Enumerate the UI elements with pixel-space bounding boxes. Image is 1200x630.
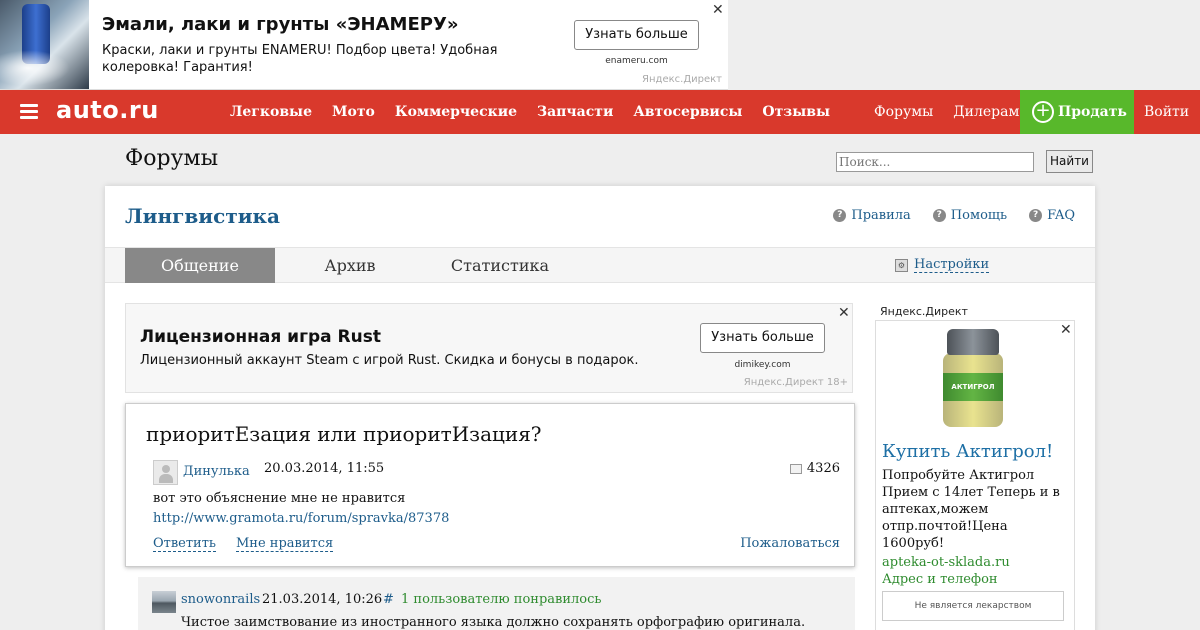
views-icon xyxy=(789,463,802,474)
topic-body: вот это объяснение мне не нравится xyxy=(153,491,406,506)
top-ad-domain[interactable]: enameru.com xyxy=(574,56,699,66)
main-navbar: auto.ru Легковые Мото Коммерческие Запча… xyxy=(0,90,1200,134)
nav-link-dealers[interactable]: Дилерам xyxy=(953,90,1019,134)
rules-link[interactable]: ? Правила xyxy=(833,208,911,223)
settings-link[interactable]: ⚙ Настройки xyxy=(895,257,990,273)
topic-author[interactable]: Динулька xyxy=(183,464,250,479)
help-link[interactable]: ? Помощь xyxy=(932,208,1008,223)
nav-link-forums[interactable]: Форумы xyxy=(874,90,933,134)
reply-permalink[interactable]: # xyxy=(383,592,394,607)
forum-card: Лингвистика ? Правила ? Помощь ? FAQ Общ… xyxy=(105,186,1095,630)
avatar[interactable] xyxy=(152,591,176,613)
topic-link[interactable]: http://www.gramota.ru/forum/spravka/8737… xyxy=(153,511,449,526)
top-ad-learn-more-button[interactable]: Узнать больше xyxy=(574,20,699,50)
reply-date: 21.03.2014, 10:26 xyxy=(262,592,383,607)
topic-actions: Ответить Мне нравится xyxy=(153,536,334,552)
side-ad-description: Попробуйте Актигрол Прием с 14лет Теперь… xyxy=(882,468,1060,551)
inline-ad-source: Яндекс.Директ 18+ xyxy=(743,377,848,388)
top-ad-banner[interactable]: Эмали, лаки и грунты «ЭНАМЕРУ» Краски, л… xyxy=(0,0,728,90)
side-ad-title[interactable]: Купить Актигрол! xyxy=(882,441,1053,462)
topic-date: 20.03.2014, 11:55 xyxy=(264,461,385,476)
ad-thumbnail-image[interactable] xyxy=(0,0,89,89)
tab-statistics[interactable]: Статистика xyxy=(425,248,575,283)
reply-button[interactable]: Ответить xyxy=(153,536,216,552)
side-ad-contact-link[interactable]: Адрес и телефон xyxy=(882,572,998,587)
reply-text: Чистое заимствование из иностранного язы… xyxy=(181,615,806,630)
nav-link-cars[interactable]: Легковые xyxy=(230,90,312,134)
nav-link-moto[interactable]: Мото xyxy=(332,90,375,134)
side-ad-banner[interactable]: ✕ АКТИГРОЛ Купить Актигрол! Попробуйте А… xyxy=(875,320,1075,630)
question-icon: ? xyxy=(1029,209,1043,222)
report-button[interactable]: Пожаловаться xyxy=(740,536,840,551)
avatar[interactable] xyxy=(153,460,178,485)
login-link[interactable]: Войти xyxy=(1144,90,1189,134)
product-label: АКТИГРОЛ xyxy=(943,373,1003,401)
search-input[interactable] xyxy=(836,152,1034,172)
settings-label: Настройки xyxy=(914,257,990,273)
side-ad-source: Яндекс.Директ xyxy=(880,305,968,318)
nav-links: Легковые Мото Коммерческие Запчасти Авто… xyxy=(230,90,850,134)
tab-archive[interactable]: Архив xyxy=(295,248,405,283)
inline-ad-domain[interactable]: dimikey.com xyxy=(700,360,825,370)
faq-link-label: FAQ xyxy=(1047,208,1075,223)
views-count: 4326 xyxy=(806,461,840,476)
page-title: Форумы xyxy=(125,146,219,171)
side-ad-note: Не является лекарством xyxy=(882,591,1064,621)
close-icon[interactable]: ✕ xyxy=(712,3,724,17)
question-icon: ? xyxy=(932,209,946,222)
site-logo[interactable]: auto.ru xyxy=(56,96,159,124)
nav-link-services[interactable]: Автосервисы xyxy=(633,90,742,134)
reply-author[interactable]: snowonrails xyxy=(181,592,260,607)
close-icon[interactable]: ✕ xyxy=(838,306,850,320)
top-ad-source: Яндекс.Директ xyxy=(642,74,722,85)
nav-link-parts[interactable]: Запчасти xyxy=(537,90,613,134)
nav-right-links: Форумы Дилерам xyxy=(874,90,1019,134)
topic-post: приоритЕзация или приоритИзация? Динульк… xyxy=(125,403,855,567)
hamburger-menu-icon[interactable] xyxy=(20,104,38,120)
topic-views: 4326 xyxy=(789,461,840,476)
plus-icon: + xyxy=(1032,101,1054,123)
rules-link-label: Правила xyxy=(851,208,911,223)
reply-post: snowonrails 21.03.2014, 10:26 # 1 пользо… xyxy=(138,577,855,630)
help-link-label: Помощь xyxy=(950,208,1008,223)
top-ad-description: Краски, лаки и грунты ENAMERU! Подбор цв… xyxy=(102,43,498,75)
inline-ad-banner[interactable]: Лицензионная игра Rust Лицензионный акка… xyxy=(125,303,853,393)
topic-title: приоритЕзация или приоритИзация? xyxy=(146,422,542,446)
product-image[interactable]: АКТИГРОЛ xyxy=(941,329,1005,429)
reply-likes[interactable]: 1 пользователю понравилось xyxy=(401,592,601,607)
question-icon: ? xyxy=(833,209,847,222)
nav-link-reviews[interactable]: Отзывы xyxy=(762,90,830,134)
sell-button[interactable]: + Продать xyxy=(1020,90,1134,134)
search-button[interactable]: Найти xyxy=(1046,150,1093,173)
sell-button-label: Продать xyxy=(1058,104,1127,120)
inline-ad-description: Лицензионный аккаунт Steam с игрой Rust.… xyxy=(140,353,639,368)
inline-ad-title[interactable]: Лицензионная игра Rust xyxy=(140,327,381,347)
tab-chat[interactable]: Общение xyxy=(125,248,275,283)
nav-link-commercial[interactable]: Коммерческие xyxy=(395,90,517,134)
forum-tabs: Общение Архив Статистика ⚙ Настройки xyxy=(105,247,1095,283)
forum-name[interactable]: Лингвистика xyxy=(125,204,280,228)
close-icon[interactable]: ✕ xyxy=(1060,323,1072,337)
side-ad-domain[interactable]: apteka-ot-sklada.ru xyxy=(882,555,1010,570)
forum-top-links: ? Правила ? Помощь ? FAQ xyxy=(833,208,1075,223)
settings-icon: ⚙ xyxy=(895,258,908,272)
inline-ad-learn-more-button[interactable]: Узнать больше xyxy=(700,323,825,353)
top-ad-title[interactable]: Эмали, лаки и грунты «ЭНАМЕРУ» xyxy=(102,14,458,35)
faq-link[interactable]: ? FAQ xyxy=(1029,208,1075,223)
like-button[interactable]: Мне нравится xyxy=(236,536,334,552)
